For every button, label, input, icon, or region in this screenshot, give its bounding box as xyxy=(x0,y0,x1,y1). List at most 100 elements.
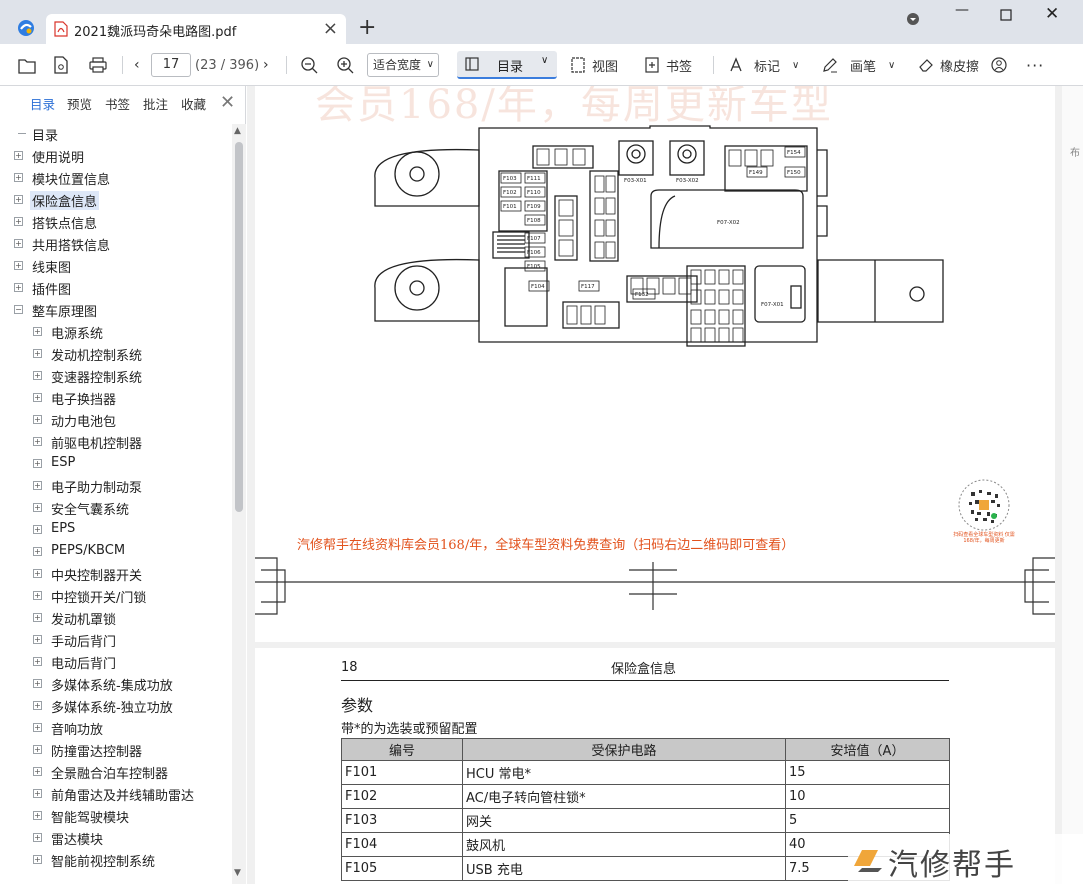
expand-icon[interactable]: + xyxy=(33,745,42,754)
expand-icon[interactable]: + xyxy=(33,547,42,556)
section-note: 带*的为选装或预留配置 xyxy=(341,722,478,737)
zoom-select[interactable]: 适合宽度 ∨ xyxy=(367,53,439,77)
expand-icon[interactable]: + xyxy=(33,789,42,798)
pen-button[interactable]: 画笔 ∨ xyxy=(822,52,895,78)
expand-icon[interactable]: + xyxy=(33,503,42,512)
toc-node-label: 手动后背门 xyxy=(51,635,117,650)
view-icon xyxy=(571,57,585,73)
previous-page-button[interactable]: ‹ xyxy=(134,52,140,78)
expand-icon[interactable]: + xyxy=(33,855,42,864)
expand-icon[interactable]: + xyxy=(33,525,42,534)
page-number-input[interactable]: 17 xyxy=(151,53,191,77)
expand-icon[interactable]: + xyxy=(33,591,42,600)
new-tab-button[interactable]: + xyxy=(358,17,376,39)
bookmark-button[interactable]: 书签 xyxy=(644,52,692,78)
sidebar-close-icon[interactable]: ✕ xyxy=(220,92,235,113)
expand-icon[interactable]: + xyxy=(33,657,42,666)
expand-icon[interactable]: + xyxy=(14,283,23,292)
expand-icon[interactable]: + xyxy=(33,635,42,644)
expand-icon[interactable]: + xyxy=(33,723,42,732)
view-button[interactable]: 视图 xyxy=(570,52,618,78)
zoom-out-icon[interactable] xyxy=(300,52,318,78)
view-label: 视图 xyxy=(592,59,619,75)
expand-icon[interactable]: + xyxy=(14,239,23,248)
toc-node-label: 线束图 xyxy=(32,261,72,276)
expand-icon[interactable]: + xyxy=(33,613,42,622)
expand-icon[interactable]: + xyxy=(33,481,42,490)
document-tab[interactable]: 2021魏派玛奇朵电路图.pdf × xyxy=(46,14,346,44)
sidebar-tab-bookmarks[interactable]: 书签 xyxy=(105,94,130,113)
sidebar-tab-toc[interactable]: 目录 xyxy=(30,94,55,113)
account-dropdown-icon[interactable] xyxy=(906,12,920,26)
fuse-label: F150 xyxy=(787,170,801,176)
sidebar-scrollbar[interactable]: ▲ ▼ xyxy=(232,124,246,884)
expand-icon[interactable]: + xyxy=(33,833,42,842)
amperage-cell: 10 xyxy=(785,784,950,809)
scroll-down-icon[interactable]: ▼ xyxy=(234,868,241,878)
user-icon[interactable] xyxy=(990,52,1008,78)
scroll-up-icon[interactable]: ▲ xyxy=(234,126,241,136)
toc-node-label: 安全气囊系统 xyxy=(51,503,130,518)
open-folder-icon[interactable] xyxy=(18,52,36,78)
eraser-icon xyxy=(919,59,933,72)
maximize-button[interactable] xyxy=(1000,9,1012,21)
expand-icon[interactable]: + xyxy=(14,195,23,204)
toc-node-label: 电子助力制动泵 xyxy=(51,481,143,496)
sidebar-tab-preview[interactable]: 预览 xyxy=(67,94,92,113)
page-number: 18 xyxy=(341,660,358,675)
sidebar-tab-annotations[interactable]: 批注 xyxy=(143,94,168,113)
toc-node-label: ESP xyxy=(51,455,76,470)
save-file-icon[interactable] xyxy=(53,52,69,78)
close-window-button[interactable]: ✕ xyxy=(1045,4,1059,24)
document-viewport[interactable]: 会员168/年，每周更新车型 F03-X01 F03-X02 F07-X02 F… xyxy=(247,86,1083,884)
toc-node-label: 智能前视控制系统 xyxy=(51,855,156,870)
fuse-id-cell: F104 xyxy=(341,832,463,857)
zoom-in-icon[interactable] xyxy=(336,52,354,78)
brand-text: 汽修帮手 xyxy=(888,848,1016,883)
expand-icon[interactable]: + xyxy=(33,767,42,776)
expand-icon[interactable]: + xyxy=(33,349,42,358)
bookmark-add-icon xyxy=(645,57,659,73)
more-options-icon[interactable]: ··· xyxy=(1026,52,1044,78)
toc-node-label: 发动机控制系统 xyxy=(51,349,143,364)
next-page-button[interactable]: › xyxy=(263,52,269,78)
tree-line-icon xyxy=(18,133,26,134)
expand-icon[interactable]: + xyxy=(14,151,23,160)
expand-icon[interactable]: + xyxy=(33,371,42,380)
table-row: F103 网关 5 xyxy=(341,808,950,833)
eraser-label: 橡皮擦 xyxy=(940,59,980,75)
toc-node-label: 动力电池包 xyxy=(51,415,117,430)
toc-node-label: 前驱电机控制器 xyxy=(51,437,143,452)
pen-label: 画笔 xyxy=(850,59,877,75)
expand-icon[interactable]: + xyxy=(33,327,42,336)
expand-icon[interactable]: + xyxy=(14,261,23,270)
fuse-label: F109 xyxy=(527,204,541,210)
expand-icon[interactable]: + xyxy=(33,393,42,402)
collapse-icon[interactable]: − xyxy=(14,305,23,314)
toc-node-label: 变速器控制系统 xyxy=(51,371,143,386)
expand-icon[interactable]: + xyxy=(33,569,42,578)
zoom-value: 适合宽度 xyxy=(373,58,422,72)
expand-icon[interactable]: + xyxy=(14,217,23,226)
expand-icon[interactable]: + xyxy=(33,679,42,688)
tab-close-icon[interactable]: × xyxy=(323,18,338,39)
connector-label-f03x02: F03-X02 xyxy=(676,178,699,184)
minimize-button[interactable]: — xyxy=(955,2,969,18)
expand-icon[interactable]: + xyxy=(33,415,42,424)
mark-label: 标记 xyxy=(754,59,781,75)
print-icon[interactable] xyxy=(89,52,107,78)
toc-node-label: 电源系统 xyxy=(51,327,104,342)
fuse-box-diagram: F03-X01 F03-X02 F07-X02 F07-X01 F103 F11… xyxy=(374,125,944,347)
mark-button[interactable]: 标记 ∨ xyxy=(728,52,799,78)
expand-icon[interactable]: + xyxy=(33,701,42,710)
expand-icon[interactable]: + xyxy=(14,173,23,182)
toc-node-label: 保险盒信息 xyxy=(30,191,100,210)
expand-icon[interactable]: + xyxy=(33,437,42,446)
eraser-button[interactable]: 橡皮擦 xyxy=(918,52,979,78)
toc-button[interactable]: 目录 ∨ xyxy=(457,51,557,79)
expand-icon[interactable]: + xyxy=(33,811,42,820)
document-scrollbar[interactable]: 布 xyxy=(1062,86,1083,884)
expand-icon[interactable]: + xyxy=(33,459,42,468)
sidebar-tab-favorites[interactable]: 收藏 xyxy=(181,94,206,113)
sidebar-scroll-thumb[interactable] xyxy=(235,142,243,512)
